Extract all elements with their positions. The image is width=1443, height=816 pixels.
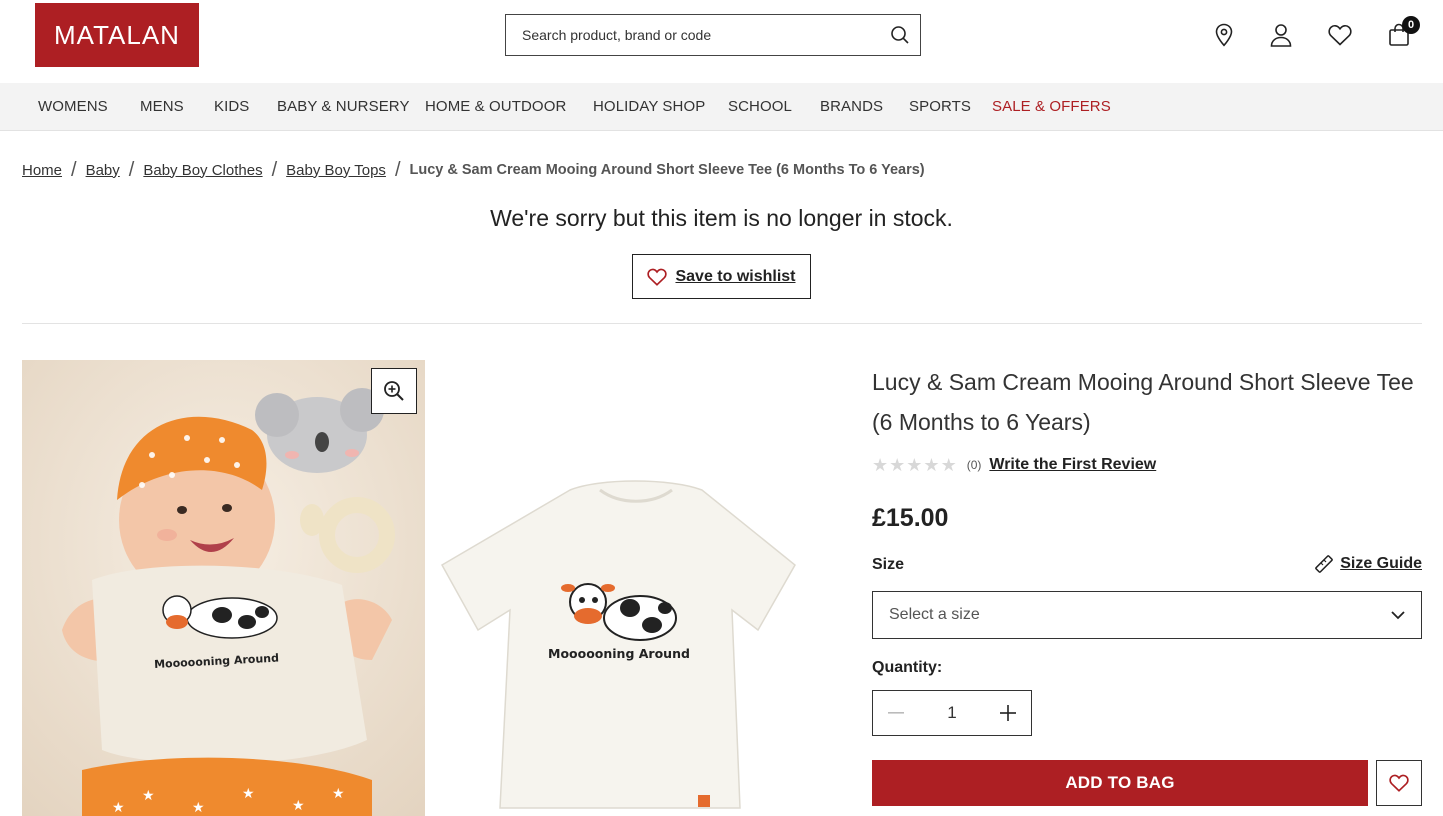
zoom-icon [384,381,404,401]
star-icon: ★ [872,455,889,475]
size-guide-link[interactable]: Size Guide [1314,554,1422,574]
svg-text:★: ★ [142,787,155,803]
nav-home-outdoor[interactable]: HOME & OUTDOOR [425,98,566,115]
size-label: Size [872,556,905,573]
add-to-bag-button[interactable]: ADD TO BAG [872,760,1368,806]
account-icon[interactable] [1266,20,1296,50]
breadcrumb-separator: / [271,159,278,181]
nav-womens[interactable]: WOMENS [38,98,108,115]
nav-mens[interactable]: MENS [140,98,184,115]
tshirt-print-text: Moooooning Around [548,646,690,661]
breadcrumb-home[interactable]: Home [22,162,62,179]
breadcrumb: Home / Baby / Baby Boy Clothes / Baby Bo… [22,160,925,180]
svg-text:★: ★ [292,797,305,813]
size-select-value: Select a size [889,606,980,623]
breadcrumb-separator: / [394,159,401,181]
nav-brands[interactable]: BRANDS [820,98,883,115]
section-divider [22,323,1422,324]
product-image-flat[interactable]: Moooooning Around [440,360,830,816]
quantity-stepper: 1 [872,690,1032,736]
chevron-down-icon [1391,610,1405,619]
quantity-label: Quantity: [872,659,943,676]
breadcrumb-baby[interactable]: Baby [86,162,120,179]
plus-icon [1000,705,1016,721]
star-icon: ★ [889,455,906,475]
shopping-bag-icon[interactable]: 0 [1384,16,1420,50]
decrease-quantity-button[interactable] [873,691,919,735]
nav-school[interactable]: SCHOOL [728,98,792,115]
search-box [505,14,921,56]
review-count: (0) [966,458,982,472]
zoom-in-button[interactable] [371,368,417,414]
site-header: MATALAN 0 [0,0,1443,83]
breadcrumb-separator: / [128,159,135,181]
heart-icon [1389,774,1409,792]
star-icon: ★ [906,455,923,475]
save-to-wishlist-label: Save to wishlist [675,267,796,285]
size-guide-label: Size Guide [1340,555,1422,572]
main-navigation: WOMENS MENS KIDS BABY & NURSERY HOME & O… [0,83,1443,131]
quantity-value[interactable]: 1 [919,703,985,723]
store-locator-icon[interactable] [1209,20,1239,50]
breadcrumb-baby-boy-clothes[interactable]: Baby Boy Clothes [143,162,262,179]
star-icon: ★ [940,455,957,475]
nav-baby-nursery[interactable]: BABY & NURSERY [277,98,410,115]
heart-icon [647,268,668,286]
write-review-link[interactable]: Write the First Review [989,456,1156,474]
size-select[interactable]: Select a size [872,591,1422,639]
nav-kids[interactable]: KIDS [214,98,249,115]
minus-icon [888,712,904,714]
wishlist-heart-icon[interactable] [1325,20,1355,50]
bag-count-badge: 0 [1402,16,1420,34]
star-icon: ★ [923,455,940,475]
logo-text: MATALAN [54,19,180,50]
increase-quantity-button[interactable] [985,691,1031,735]
breadcrumb-current: Lucy & Sam Cream Mooing Around Short Sle… [409,162,925,178]
nav-sports[interactable]: SPORTS [909,98,971,115]
product-image-lifestyle[interactable]: Moooooning Around ★ ★ ★ ★ ★ ★ [22,360,425,816]
product-title: Lucy & Sam Cream Mooing Around Short Sle… [872,369,1414,435]
save-to-wishlist-button[interactable]: Save to wishlist [632,254,811,299]
search-icon[interactable] [880,15,920,55]
rating-summary: ★ ★ ★ ★ ★ (0) Write the First Review [872,456,1156,474]
ruler-icon [1315,555,1334,573]
star-rating: ★ ★ ★ ★ ★ [872,456,957,474]
nav-holiday-shop[interactable]: HOLIDAY SHOP [593,98,705,115]
svg-text:★: ★ [242,785,255,801]
search-input[interactable] [506,15,880,55]
breadcrumb-baby-boy-tops[interactable]: Baby Boy Tops [286,162,386,179]
matalan-logo[interactable]: MATALAN [35,3,199,67]
svg-text:★: ★ [112,799,125,815]
out-of-stock-message: We're sorry but this item is no longer i… [490,205,953,231]
add-to-wishlist-button[interactable] [1376,760,1422,806]
product-price: £15.00 [872,504,949,532]
svg-text:★: ★ [192,799,205,815]
breadcrumb-separator: / [71,159,77,181]
nav-sale-offers[interactable]: SALE & OFFERS [992,98,1111,115]
svg-text:★: ★ [332,785,345,801]
